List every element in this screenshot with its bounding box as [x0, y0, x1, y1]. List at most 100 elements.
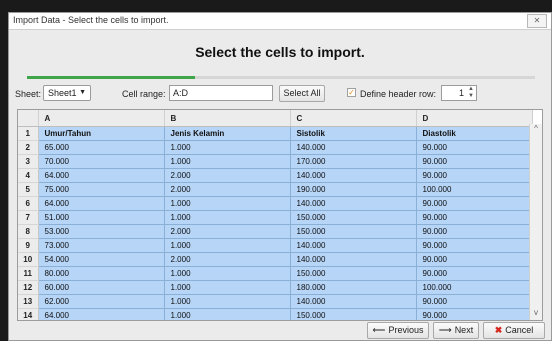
close-icon[interactable]: ✕	[527, 14, 547, 28]
table-cell[interactable]: 190.000	[290, 182, 417, 197]
row-number[interactable]: 11	[18, 266, 39, 281]
table-row[interactable]: 2 65.000 1.000 140.000 90.000	[18, 140, 533, 155]
table-cell[interactable]: 90.000	[416, 252, 533, 267]
cell-range-input[interactable]: A:D	[169, 85, 273, 101]
table-row[interactable]: 6 64.000 1.000 140.000 90.000	[18, 196, 533, 211]
row-number[interactable]: 1	[18, 126, 39, 141]
table-cell[interactable]: 140.000	[290, 252, 417, 267]
table-cell[interactable]: 1.000	[164, 238, 291, 253]
table-cell[interactable]: 170.000	[290, 154, 417, 169]
table-cell[interactable]: 100.000	[416, 182, 533, 197]
row-number[interactable]: 13	[18, 294, 39, 309]
table-row[interactable]: 11 80.000 1.000 150.000 90.000	[18, 266, 533, 281]
table-row[interactable]: 4 64.000 2.000 140.000 90.000	[18, 168, 533, 183]
table-row[interactable]: 12 60.000 1.000 180.000 100.000	[18, 280, 533, 295]
table-row[interactable]: 14 64.000 1.000 150.000 90.000	[18, 308, 533, 320]
table-cell[interactable]: 62.000	[38, 294, 165, 309]
table-cell[interactable]: 90.000	[416, 308, 533, 320]
table-cell[interactable]: 150.000	[290, 224, 417, 239]
table-cell[interactable]: 73.000	[38, 238, 165, 253]
cancel-button[interactable]: ✖ Cancel	[483, 322, 545, 339]
table-row[interactable]: 1 Umur/Tahun Jenis Kelamin Sistolik Diastoli…	[18, 126, 533, 141]
define-header-checkbox[interactable]: ✓	[347, 88, 356, 97]
table-row[interactable]: 5 75.000 2.000 190.000 100.000	[18, 182, 533, 197]
row-number[interactable]: 3	[18, 154, 39, 169]
row-number[interactable]: 10	[18, 252, 39, 267]
table-cell[interactable]: 90.000	[416, 266, 533, 281]
table-cell[interactable]: 140.000	[290, 238, 417, 253]
table-row[interactable]: 9 73.000 1.000 140.000 90.000	[18, 238, 533, 253]
table-cell[interactable]: 180.000	[290, 280, 417, 295]
table-cell[interactable]: 64.000	[38, 168, 165, 183]
column-header[interactable]: B	[164, 110, 291, 127]
table-cell[interactable]: 2.000	[164, 252, 291, 267]
header-row-spinner[interactable]: 1 ▲ ▼	[441, 85, 477, 101]
spinner-arrows-icon[interactable]: ▲ ▼	[468, 86, 474, 100]
table-cell[interactable]: 1.000	[164, 308, 291, 320]
table-row[interactable]: 3 70.000 1.000 170.000 90.000	[18, 154, 533, 169]
table-cell[interactable]: 51.000	[38, 210, 165, 225]
sheet-select[interactable]: Sheet1 ▼	[43, 85, 91, 101]
table-cell[interactable]: 64.000	[38, 308, 165, 320]
table-cell[interactable]: 90.000	[416, 168, 533, 183]
table-cell[interactable]: Diastolik	[416, 126, 533, 141]
table-cell[interactable]: 150.000	[290, 266, 417, 281]
scroll-up-icon[interactable]: ^	[530, 124, 542, 136]
previous-button[interactable]: ⟵ Previous	[367, 322, 429, 339]
table-cell[interactable]: 90.000	[416, 154, 533, 169]
cell-preview-table[interactable]: A B C D 1 Umur/Tahun Jenis Kelamin Sistolik…	[17, 109, 543, 321]
column-header[interactable]: C	[290, 110, 417, 127]
table-cell[interactable]: 90.000	[416, 196, 533, 211]
table-cell[interactable]: 65.000	[38, 140, 165, 155]
table-cell[interactable]: 2.000	[164, 168, 291, 183]
row-number[interactable]: 9	[18, 238, 39, 253]
table-cell[interactable]: Umur/Tahun	[38, 126, 165, 141]
row-number[interactable]: 6	[18, 196, 39, 211]
table-cell[interactable]: 2.000	[164, 224, 291, 239]
column-header[interactable]: D	[416, 110, 533, 127]
row-number[interactable]: 2	[18, 140, 39, 155]
table-cell[interactable]: 1.000	[164, 210, 291, 225]
table-cell[interactable]: 140.000	[290, 294, 417, 309]
table-cell[interactable]: 90.000	[416, 210, 533, 225]
table-cell[interactable]: 53.000	[38, 224, 165, 239]
table-row[interactable]: 8 53.000 2.000 150.000 90.000	[18, 224, 533, 239]
table-cell[interactable]: 90.000	[416, 224, 533, 239]
table-cell[interactable]: Jenis Kelamin	[164, 126, 291, 141]
scroll-down-icon[interactable]: v	[530, 308, 542, 320]
table-cell[interactable]: 1.000	[164, 154, 291, 169]
table-cell[interactable]: 64.000	[38, 196, 165, 211]
vertical-scrollbar[interactable]: ^ v	[529, 124, 542, 320]
table-cell[interactable]: 75.000	[38, 182, 165, 197]
table-cell[interactable]: 2.000	[164, 182, 291, 197]
select-all-button[interactable]: Select All	[279, 85, 325, 102]
table-cell[interactable]: 60.000	[38, 280, 165, 295]
row-number[interactable]: 12	[18, 280, 39, 295]
table-cell[interactable]: 90.000	[416, 238, 533, 253]
table-cell[interactable]: 70.000	[38, 154, 165, 169]
next-button[interactable]: ⟶ Next	[433, 322, 479, 339]
table-cell[interactable]: 1.000	[164, 140, 291, 155]
table-cell[interactable]: 54.000	[38, 252, 165, 267]
column-header[interactable]: A	[38, 110, 165, 127]
table-cell[interactable]: 1.000	[164, 266, 291, 281]
table-row[interactable]: 13 62.000 1.000 140.000 90.000	[18, 294, 533, 309]
table-cell[interactable]: 90.000	[416, 294, 533, 309]
table-cell[interactable]: 90.000	[416, 140, 533, 155]
table-cell[interactable]: 150.000	[290, 308, 417, 320]
table-row[interactable]: 10 54.000 2.000 140.000 90.000	[18, 252, 533, 267]
table-cell[interactable]: 1.000	[164, 280, 291, 295]
table-cell[interactable]: Sistolik	[290, 126, 417, 141]
row-number[interactable]: 5	[18, 182, 39, 197]
table-cell[interactable]: 80.000	[38, 266, 165, 281]
row-number[interactable]: 8	[18, 224, 39, 239]
table-cell[interactable]: 140.000	[290, 168, 417, 183]
table-row[interactable]: 7 51.000 1.000 150.000 90.000	[18, 210, 533, 225]
table-cell[interactable]: 1.000	[164, 294, 291, 309]
row-number[interactable]: 7	[18, 210, 39, 225]
table-cell[interactable]: 140.000	[290, 196, 417, 211]
row-number[interactable]: 14	[18, 308, 39, 320]
table-cell[interactable]: 1.000	[164, 196, 291, 211]
table-cell[interactable]: 150.000	[290, 210, 417, 225]
table-cell[interactable]: 140.000	[290, 140, 417, 155]
